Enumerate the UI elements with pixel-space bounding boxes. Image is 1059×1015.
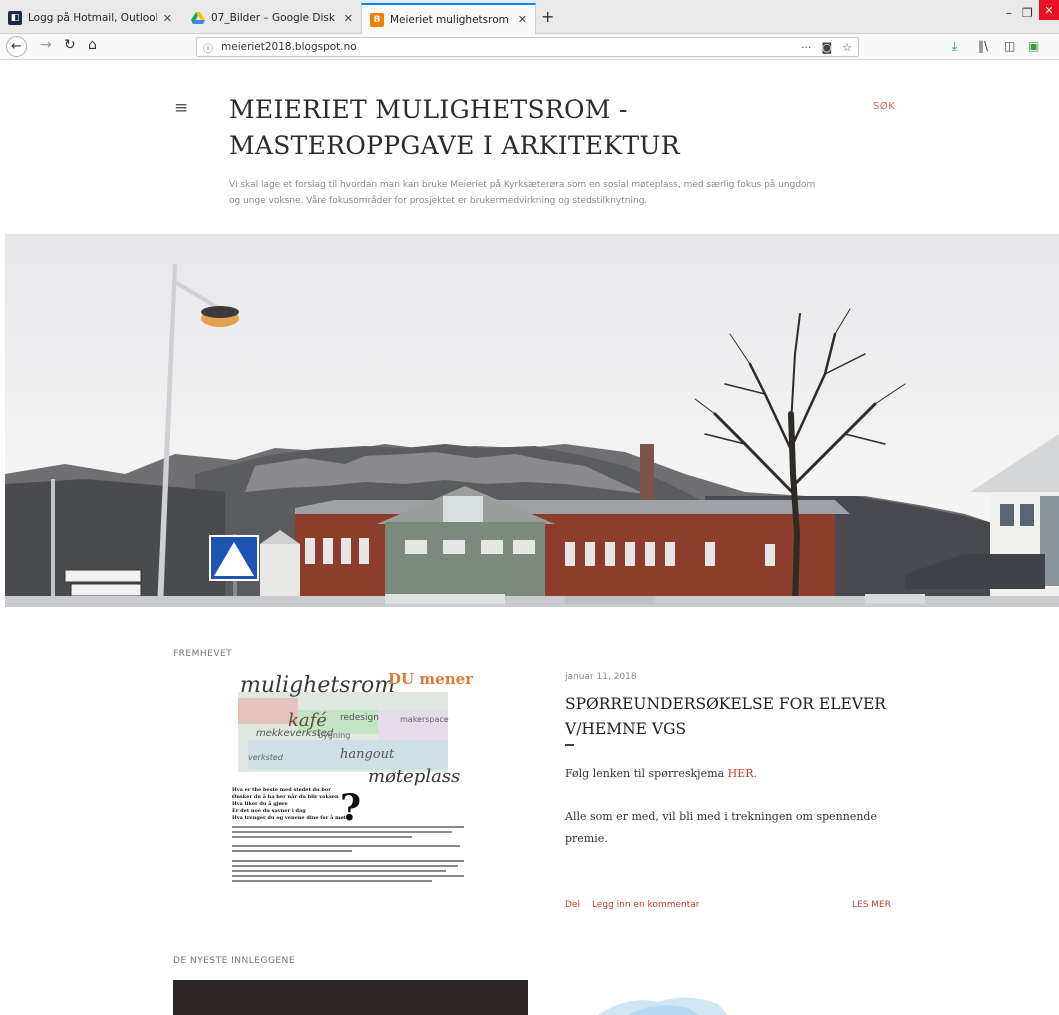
post-paragraph: Følg lenken til spørreskjema HER. xyxy=(565,763,905,785)
download-icon[interactable]: ⤓ xyxy=(952,39,957,54)
back-button[interactable]: ← xyxy=(6,36,27,57)
new-tab-button[interactable]: + xyxy=(541,7,554,26)
featured-post-image[interactable]: mulighetsrom DU mener kafé redesign make… xyxy=(228,670,482,916)
poster-word: makerspace xyxy=(400,715,449,724)
poster-word: verksted xyxy=(248,753,284,762)
blog-title-line: MASTEROPPGAVE I ARKITEKTUR xyxy=(229,131,680,160)
forward-button[interactable]: → xyxy=(40,37,52,53)
poster-word: redesign xyxy=(340,713,379,723)
search-button[interactable]: SØK xyxy=(873,101,895,112)
bookmark-star-icon[interactable]: ☆ xyxy=(842,41,852,54)
poster-word: møteplass xyxy=(368,766,460,787)
tab-strip: ◧ Logg på Hotmail, Outlook, Ma ✕ 07_Bild… xyxy=(0,0,1059,34)
window-close-button[interactable]: ✕ xyxy=(1039,0,1059,20)
tab-google-disk[interactable]: 07_Bilder – Google Disk ✕ xyxy=(183,4,361,32)
recent-post-thumbnail[interactable] xyxy=(588,990,738,1015)
home-icon[interactable]: ⌂ xyxy=(88,37,97,53)
close-icon[interactable]: ✕ xyxy=(518,13,527,26)
post-date[interactable]: januar 11, 2018 xyxy=(565,672,637,682)
post-title[interactable]: SPØRREUNDERSØKELSE FOR ELEVER V/HEMNE VG… xyxy=(565,692,925,742)
outlook-icon: ◧ xyxy=(8,11,22,25)
share-button[interactable]: Del xyxy=(565,900,580,910)
reload-button[interactable]: ↻ xyxy=(64,37,76,53)
section-label-featured: FREMHEVET xyxy=(173,649,233,659)
poster-line: Hva trenger du og venene dine for å møte… xyxy=(232,814,352,821)
poster-heading-left: mulighetsrom xyxy=(240,673,395,698)
info-icon[interactable]: ⓘ xyxy=(203,40,213,55)
tab-title: Meieriet mulighetsrom - Maste xyxy=(390,13,512,26)
header-photo xyxy=(5,234,1059,607)
sidebar-icon[interactable]: ◫ xyxy=(1004,39,1015,53)
library-icon[interactable]: ‖\ xyxy=(978,39,988,53)
post-text: Følg lenken til spørreskjema xyxy=(565,767,728,780)
poster-word: hangout xyxy=(340,747,395,762)
url-text[interactable]: meieriet2018.blogspot.no xyxy=(221,41,791,53)
poster-heading-right: DU mener xyxy=(388,670,474,688)
survey-link[interactable]: HER. xyxy=(728,767,757,780)
tab-title: Logg på Hotmail, Outlook, Ma xyxy=(28,12,157,24)
section-label-recent: DE NYESTE INNLEGGENE xyxy=(173,956,296,966)
poster-line: Hva liker du å gjøre xyxy=(232,800,288,807)
restore-icon[interactable]: ❐ xyxy=(1022,6,1033,20)
extension-icon[interactable]: ▣ xyxy=(1028,39,1039,53)
recent-post-thumbnail[interactable] xyxy=(173,980,528,1015)
poster-line: Er det noe du savner i dag xyxy=(232,808,306,814)
page-actions-icon[interactable]: ··· xyxy=(801,41,812,54)
poster-question-mark: ? xyxy=(340,787,361,829)
post-title-line: SPØRREUNDERSØKELSE FOR ELEVER xyxy=(565,695,886,713)
minimize-icon[interactable]: – xyxy=(1006,6,1012,20)
blog-description: Vi skal lage et forslag til hvordan man … xyxy=(229,180,816,206)
post-paragraph: Alle som er med, vil bli med i trekninge… xyxy=(565,810,877,845)
url-bar[interactable]: ⓘ meieriet2018.blogspot.no ··· ◙ ☆ xyxy=(196,37,859,57)
poster-line: Ønsker du å ha her når du blir voksen xyxy=(232,793,339,800)
tab-title: 07_Bilder – Google Disk xyxy=(211,12,335,24)
google-drive-icon xyxy=(191,11,205,25)
navigation-toolbar: ← → ↻ ⌂ ⓘ meieriet2018.blogspot.no ··· ◙… xyxy=(0,34,1059,60)
read-more-link[interactable]: LES MER xyxy=(852,900,891,910)
tab-hotmail[interactable]: ◧ Logg på Hotmail, Outlook, Ma ✕ xyxy=(0,4,180,32)
poster-line: Hva er the beste med stedet du bor xyxy=(232,787,331,793)
title-divider xyxy=(565,744,574,746)
poster-word: bygning xyxy=(318,731,350,740)
blog-title[interactable]: MEIERIET MULIGHETSROM - MASTEROPPGAVE I … xyxy=(229,92,829,164)
hamburger-menu-icon[interactable]: ≡ xyxy=(174,98,188,118)
close-icon[interactable]: ✕ xyxy=(344,12,353,25)
blogger-icon: B xyxy=(370,12,384,27)
close-icon[interactable]: ✕ xyxy=(163,12,172,25)
comment-link[interactable]: Legg inn en kommentar xyxy=(592,900,699,910)
pocket-icon[interactable]: ◙ xyxy=(821,41,832,54)
post-title-line: V/HEMNE VGS xyxy=(565,720,687,738)
blog-title-line: MEIERIET MULIGHETSROM - xyxy=(229,95,628,124)
tab-meieriet[interactable]: B Meieriet mulighetsrom - Maste ✕ xyxy=(361,3,536,34)
